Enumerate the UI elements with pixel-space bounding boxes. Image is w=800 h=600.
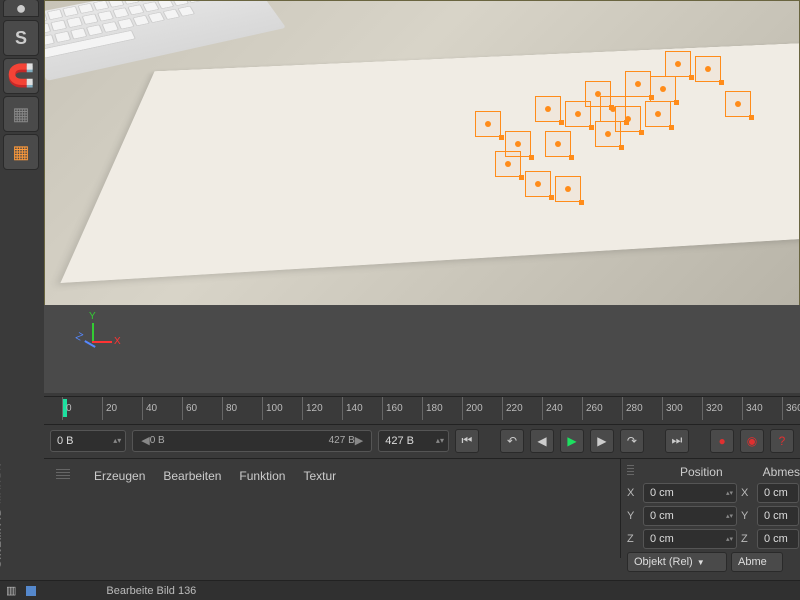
size-header: Abmes — [763, 465, 800, 479]
scale-icon: S — [15, 28, 27, 49]
attribute-panel: Erzeugen Bearbeiten Funktion Textur Posi… — [44, 458, 800, 558]
motion-tracker[interactable] — [615, 106, 641, 132]
coord-row: Z 0 cm▴▾ Z 0 cm — [627, 529, 800, 549]
timeline-tick: 340 — [742, 397, 763, 420]
axis-gizmo — [74, 323, 114, 363]
status-icon: ▥ — [6, 584, 16, 597]
size-x-field[interactable]: 0 cm — [757, 483, 799, 503]
range-end-label: 427 B — [329, 435, 355, 446]
grid-lock-icon: ▦ — [12, 104, 29, 125]
timeline-tick: 200 — [462, 397, 483, 420]
brand-label: CINEMA4D MAXON — [0, 462, 4, 568]
motion-tracker[interactable] — [525, 171, 551, 197]
position-y-field[interactable]: 0 cm▴▾ — [643, 506, 737, 526]
position-x-field[interactable]: 0 cm▴▾ — [643, 483, 737, 503]
timeline-tick: 100 — [262, 397, 283, 420]
range-start-label: 0 B — [150, 435, 165, 446]
timeline-tick: 360 — [782, 397, 800, 420]
timeline-tick: 160 — [382, 397, 403, 420]
coord-row: Y 0 cm▴▾ Y 0 cm — [627, 506, 800, 526]
timeline-tick: 0 — [62, 397, 72, 420]
menu-texture[interactable]: Textur — [303, 469, 336, 483]
transport-bar: 0 B▴▾ ◀ 0 B 427 B ▶ 427 B▴▾ ⏮ ↶ ◀ ▶ ▶ ↷ … — [44, 424, 800, 456]
axis-label: X — [741, 487, 753, 499]
workplane-tool[interactable]: ▦ — [3, 134, 39, 170]
motion-tracker[interactable] — [650, 76, 676, 102]
timeline-tick: 300 — [662, 397, 683, 420]
unknown-top-tool[interactable]: ● — [3, 0, 39, 17]
play-button[interactable]: ▶ — [560, 429, 584, 453]
timeline-tick: 20 — [102, 397, 117, 420]
motion-tracker[interactable] — [545, 131, 571, 157]
axis-y-icon — [92, 323, 94, 343]
grid-icon: ▦ — [12, 142, 29, 163]
menu-create[interactable]: Erzeugen — [94, 469, 145, 483]
range-scrubber[interactable]: ◀ 0 B 427 B ▶ — [132, 430, 372, 452]
position-z-field[interactable]: 0 cm▴▾ — [643, 529, 737, 549]
motion-tracker[interactable] — [725, 91, 751, 117]
axis-label: Z — [741, 533, 753, 545]
size-z-field[interactable]: 0 cm — [757, 529, 799, 549]
panel-grip-icon[interactable] — [627, 465, 634, 477]
axis-x-icon — [92, 341, 112, 343]
motion-tracker[interactable] — [665, 51, 691, 77]
menu-function[interactable]: Funktion — [239, 469, 285, 483]
snap-tool[interactable]: 🧲 — [3, 58, 39, 94]
step-back-button[interactable]: ↶ — [500, 429, 524, 453]
workplane-lock-tool[interactable]: ▦ — [3, 96, 39, 132]
timeline-tick: 320 — [702, 397, 723, 420]
next-frame-button[interactable]: ▶ — [590, 429, 614, 453]
timeline-ruler[interactable]: 0 20 40 60 80 100 120 140 160 180 200 220 240 260 280 3… — [44, 396, 800, 420]
left-toolbar: ● S 🧲 ▦ ▦ — [0, 0, 42, 600]
status-text: Bearbeite Bild 136 — [106, 585, 196, 597]
motion-tracker[interactable] — [535, 96, 561, 122]
motion-tracker[interactable] — [695, 56, 721, 82]
object-manager-menu: Erzeugen Bearbeiten Funktion Textur — [52, 463, 612, 489]
status-progress-icon — [26, 586, 36, 596]
record-button[interactable]: ● — [710, 429, 734, 453]
size-mode-dropdown[interactable]: Abme — [731, 552, 783, 572]
viewport[interactable] — [44, 0, 800, 310]
motion-tracker[interactable] — [645, 101, 671, 127]
motion-tracker[interactable] — [625, 71, 651, 97]
motion-tracker[interactable] — [555, 176, 581, 202]
size-y-field[interactable]: 0 cm — [757, 506, 799, 526]
timeline-tick: 180 — [422, 397, 443, 420]
timeline-tick: 40 — [142, 397, 157, 420]
coord-row: X 0 cm▴▾ X 0 cm — [627, 483, 800, 503]
viewport-footer — [44, 305, 800, 393]
status-bar: ▥ Bearbeite Bild 136 — [0, 580, 800, 600]
goto-start-button[interactable]: ⏮ — [455, 429, 479, 453]
timeline-tick: 260 — [582, 397, 603, 420]
range-start-field[interactable]: 0 B▴▾ — [50, 430, 126, 452]
timeline-tick: 140 — [342, 397, 363, 420]
timeline-tick: 240 — [542, 397, 563, 420]
autokey-button[interactable]: ◉ — [740, 429, 764, 453]
timeline-tick: 60 — [182, 397, 197, 420]
scale-tool[interactable]: S — [3, 20, 39, 56]
timeline-tick: 280 — [622, 397, 643, 420]
motion-tracker[interactable] — [475, 111, 501, 137]
axis-label: Y — [627, 510, 639, 522]
position-header: Position — [680, 465, 723, 479]
axis-label: Z — [627, 533, 639, 545]
prev-frame-button[interactable]: ◀ — [530, 429, 554, 453]
magnet-icon: 🧲 — [7, 63, 34, 89]
timeline-tick: 120 — [302, 397, 323, 420]
coord-mode-dropdown[interactable]: Objekt (Rel)▼ — [627, 552, 727, 572]
timeline-tick: 80 — [222, 397, 237, 420]
goto-end-button[interactable]: ⏭ — [665, 429, 689, 453]
axis-label: Y — [741, 510, 753, 522]
coordinates-panel: Position Abmes X0 cm▴▾X0 cmY0 cm▴▾Y0 cmZ… — [620, 459, 800, 558]
timeline-tick: 220 — [502, 397, 523, 420]
key-options-button[interactable]: ? — [770, 429, 794, 453]
axis-label: X — [627, 487, 639, 499]
step-forward-button[interactable]: ↷ — [620, 429, 644, 453]
range-end-field[interactable]: 427 B▴▾ — [378, 430, 449, 452]
panel-grip-icon[interactable] — [56, 469, 70, 481]
object-manager[interactable]: Erzeugen Bearbeiten Funktion Textur — [44, 459, 620, 558]
motion-tracker[interactable] — [505, 131, 531, 157]
menu-edit[interactable]: Bearbeiten — [163, 469, 221, 483]
